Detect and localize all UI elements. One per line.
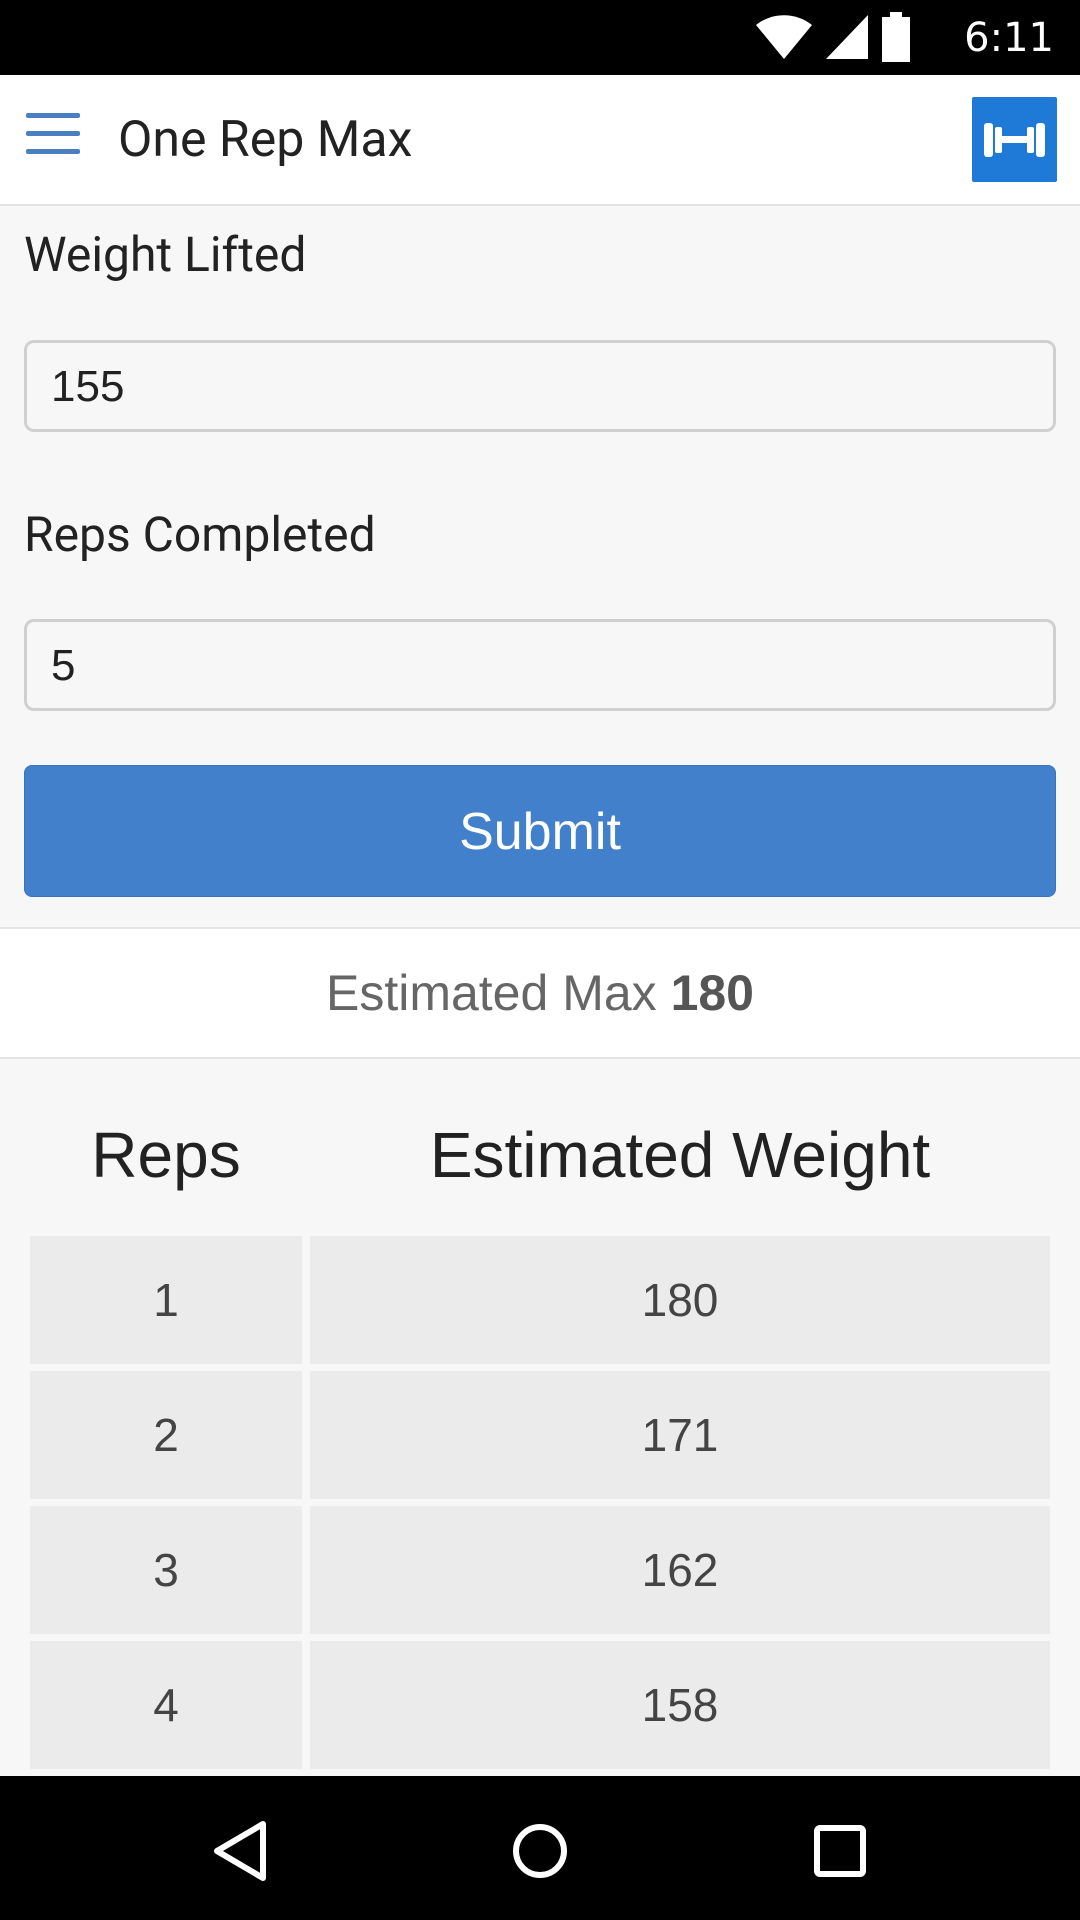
- app-bar: One Rep Max: [0, 75, 1080, 206]
- estimated-max-result: Estimated Max 180: [0, 927, 1080, 1059]
- submit-button[interactable]: Submit: [24, 765, 1056, 897]
- cell-reps: 2: [30, 1371, 302, 1499]
- table-row: 2 171: [30, 1371, 1050, 1506]
- app-screen: 6:11 One Rep Max Weight Lifted 155 Reps …: [0, 0, 1080, 1920]
- estimated-max-label: Estimated Max: [325, 965, 657, 1021]
- wifi-icon: [756, 15, 812, 59]
- signal-icon: [826, 15, 868, 59]
- navigation-bar: [0, 1776, 1080, 1920]
- table-row: 4 158: [30, 1641, 1050, 1776]
- header-reps: Reps: [91, 1119, 241, 1191]
- table-row: 1 180: [30, 1236, 1050, 1371]
- cell-reps: 3: [30, 1506, 302, 1634]
- status-icons: [756, 12, 910, 62]
- header-estimated-weight: Estimated Weight: [429, 1119, 931, 1191]
- reps-label: Reps Completed: [24, 506, 376, 563]
- table-row: 3 162: [30, 1506, 1050, 1641]
- cell-weight: 180: [310, 1236, 1050, 1364]
- status-time: 6:11: [964, 15, 1054, 61]
- app-title: One Rep Max: [118, 111, 413, 169]
- weight-label: Weight Lifted: [24, 226, 307, 283]
- back-icon[interactable]: [205, 1816, 275, 1886]
- hamburger-icon[interactable]: [26, 113, 86, 173]
- cell-weight: 171: [310, 1371, 1050, 1499]
- cell-weight: 158: [310, 1641, 1050, 1769]
- dumbbell-icon: [972, 97, 1057, 182]
- estimated-max-value: 180: [670, 965, 754, 1021]
- reps-input[interactable]: 5: [24, 619, 1056, 711]
- cell-weight: 162: [310, 1506, 1050, 1634]
- recents-icon[interactable]: [805, 1816, 875, 1886]
- cell-reps: 4: [30, 1641, 302, 1769]
- cell-reps: 1: [30, 1236, 302, 1364]
- home-icon[interactable]: [505, 1816, 575, 1886]
- weight-input[interactable]: 155: [24, 340, 1056, 432]
- battery-icon: [882, 12, 910, 62]
- status-bar: 6:11: [0, 0, 1080, 75]
- table-header: Reps Estimated Weight: [30, 1110, 1050, 1200]
- table-body: 1 180 2 171 3 162 4 158: [30, 1236, 1050, 1776]
